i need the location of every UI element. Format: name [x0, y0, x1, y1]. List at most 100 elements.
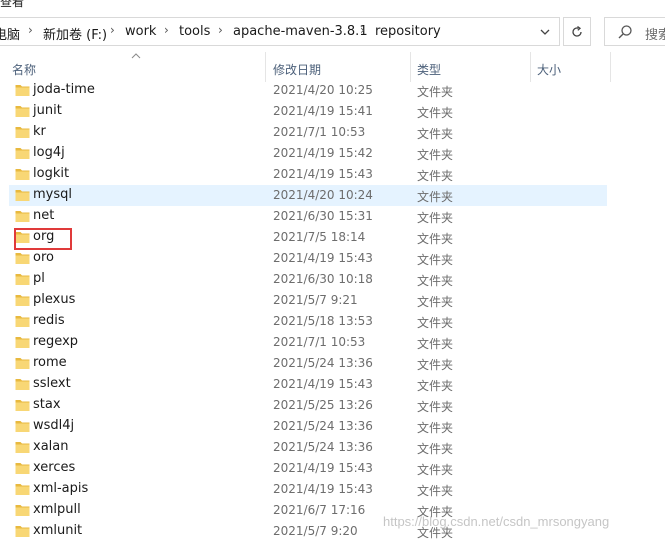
- folder-icon: [15, 106, 30, 117]
- file-name[interactable]: net: [33, 208, 54, 223]
- breadcrumb-repository[interactable]: repository: [375, 24, 441, 39]
- breadcrumb-separator-icon[interactable]: ›: [110, 23, 115, 37]
- file-row[interactable]: stax 2021/5/25 13:26 文件夹: [9, 395, 607, 416]
- file-modified-date: 2021/4/19 15:43: [273, 251, 373, 265]
- file-row[interactable]: pl 2021/6/30 10:18 文件夹: [9, 269, 607, 290]
- file-row[interactable]: log4j 2021/4/19 15:42 文件夹: [9, 143, 607, 164]
- file-type: 文件夹: [417, 106, 454, 120]
- file-row[interactable]: joda-time 2021/4/20 10:25 文件夹: [9, 80, 607, 101]
- file-modified-date: 2021/4/19 15:43: [273, 167, 373, 181]
- file-type: 文件夹: [417, 169, 454, 183]
- file-type: 文件夹: [417, 190, 454, 204]
- folder-icon: [15, 379, 30, 390]
- file-name[interactable]: sslext: [33, 376, 71, 391]
- column-header-type[interactable]: 类型: [417, 52, 529, 82]
- file-modified-date: 2021/5/24 13:36: [273, 440, 373, 454]
- breadcrumb-tools[interactable]: tools: [179, 24, 210, 39]
- file-modified-date: 2021/7/5 18:14: [273, 230, 366, 244]
- file-name[interactable]: junit: [33, 103, 62, 118]
- search-placeholder: 搜索: [645, 28, 665, 43]
- column-divider[interactable]: [530, 52, 531, 82]
- breadcrumb-maven[interactable]: apache-maven-3.8.1: [233, 24, 368, 39]
- address-bar[interactable]: 电脑 › 新加卷 (F:) › work › tools › apache-ma…: [0, 17, 560, 46]
- file-modified-date: 2021/5/25 13:26: [273, 398, 373, 412]
- watermark: https://blog.csdn.net/csdn_mrsongyang: [383, 514, 610, 529]
- file-modified-date: 2021/7/1 10:53: [273, 335, 366, 349]
- breadcrumb-separator-icon[interactable]: ›: [360, 23, 365, 37]
- file-modified-date: 2021/4/19 15:43: [273, 461, 373, 475]
- column-divider[interactable]: [265, 52, 266, 82]
- file-name[interactable]: org: [33, 229, 54, 244]
- file-type: 文件夹: [417, 400, 454, 414]
- file-type: 文件夹: [417, 379, 454, 393]
- file-row[interactable]: xerces 2021/4/19 15:43 文件夹: [9, 458, 607, 479]
- folder-icon: [15, 211, 30, 222]
- column-header-name[interactable]: 名称: [12, 52, 264, 82]
- file-type: 文件夹: [417, 316, 454, 330]
- breadcrumb-separator-icon[interactable]: ›: [164, 23, 169, 37]
- file-name[interactable]: xerces: [33, 460, 75, 475]
- breadcrumb-work[interactable]: work: [125, 24, 156, 39]
- breadcrumb-separator-icon[interactable]: ›: [218, 23, 223, 37]
- file-type: 文件夹: [417, 484, 454, 498]
- file-row[interactable]: logkit 2021/4/19 15:43 文件夹: [9, 164, 607, 185]
- file-row[interactable]: sslext 2021/4/19 15:43 文件夹: [9, 374, 607, 395]
- file-name[interactable]: regexp: [33, 334, 78, 349]
- file-name[interactable]: xmlunit: [33, 523, 82, 538]
- file-name[interactable]: logkit: [33, 166, 69, 181]
- file-row[interactable]: regexp 2021/7/1 10:53 文件夹: [9, 332, 607, 353]
- file-name[interactable]: plexus: [33, 292, 75, 307]
- chevron-down-icon[interactable]: [538, 25, 552, 39]
- file-name[interactable]: rome: [33, 355, 67, 370]
- file-modified-date: 2021/5/7 9:21: [273, 293, 358, 307]
- file-name[interactable]: pl: [33, 271, 45, 286]
- search-icon: [618, 25, 632, 39]
- column-header-size[interactable]: 大小: [537, 52, 609, 82]
- breadcrumb-separator-icon[interactable]: ›: [28, 23, 33, 37]
- file-row[interactable]: xalan 2021/5/24 13:36 文件夹: [9, 437, 607, 458]
- folder-icon: [15, 169, 30, 180]
- file-row[interactable]: net 2021/6/30 15:31 文件夹: [9, 206, 607, 227]
- file-name[interactable]: log4j: [33, 145, 65, 160]
- file-row[interactable]: junit 2021/4/19 15:41 文件夹: [9, 101, 607, 122]
- file-name[interactable]: kr: [33, 124, 46, 139]
- file-row[interactable]: redis 2021/5/18 13:53 文件夹: [9, 311, 607, 332]
- file-modified-date: 2021/4/19 15:43: [273, 482, 373, 496]
- file-row[interactable]: plexus 2021/5/7 9:21 文件夹: [9, 290, 607, 311]
- file-name[interactable]: xmlpull: [33, 502, 81, 517]
- file-row[interactable]: wsdl4j 2021/5/24 13:36 文件夹: [9, 416, 607, 437]
- file-type: 文件夹: [417, 295, 454, 309]
- search-input[interactable]: 搜索: [604, 17, 665, 46]
- file-name[interactable]: redis: [33, 313, 65, 328]
- file-row[interactable]: xml-apis 2021/4/19 15:43 文件夹: [9, 479, 607, 500]
- file-row[interactable]: kr 2021/7/1 10:53 文件夹: [9, 122, 607, 143]
- file-name[interactable]: joda-time: [33, 82, 95, 97]
- refresh-button[interactable]: [563, 17, 591, 46]
- file-name[interactable]: xalan: [33, 439, 68, 454]
- file-name[interactable]: mysql: [33, 187, 72, 202]
- folder-icon: [15, 274, 30, 285]
- column-divider[interactable]: [610, 52, 611, 82]
- file-name[interactable]: stax: [33, 397, 61, 412]
- folder-icon: [15, 442, 30, 453]
- breadcrumb-drive[interactable]: 新加卷 (F:): [43, 24, 107, 43]
- file-name[interactable]: oro: [33, 250, 54, 265]
- folder-icon: [15, 421, 30, 432]
- file-row[interactable]: oro 2021/4/19 15:43 文件夹: [9, 248, 607, 269]
- file-row[interactable]: org 2021/7/5 18:14 文件夹: [9, 227, 607, 248]
- folder-icon: [15, 85, 30, 96]
- file-row[interactable]: mysql 2021/4/20 10:24 文件夹: [9, 185, 607, 206]
- file-type: 文件夹: [417, 442, 454, 456]
- folder-icon: [15, 295, 30, 306]
- column-header-date[interactable]: 修改日期: [273, 52, 409, 82]
- menu-fragment[interactable]: 查看: [0, 0, 24, 8]
- breadcrumb-computer[interactable]: 电脑: [0, 24, 20, 43]
- column-divider[interactable]: [410, 52, 411, 82]
- column-header-bar: 名称 修改日期 类型 大小: [0, 52, 665, 82]
- file-modified-date: 2021/5/24 13:36: [273, 356, 373, 370]
- file-name[interactable]: wsdl4j: [33, 418, 74, 433]
- menu-strip: 查看: [0, 0, 665, 8]
- file-name[interactable]: xml-apis: [33, 481, 88, 496]
- file-row[interactable]: rome 2021/5/24 13:36 文件夹: [9, 353, 607, 374]
- file-type: 文件夹: [417, 148, 454, 162]
